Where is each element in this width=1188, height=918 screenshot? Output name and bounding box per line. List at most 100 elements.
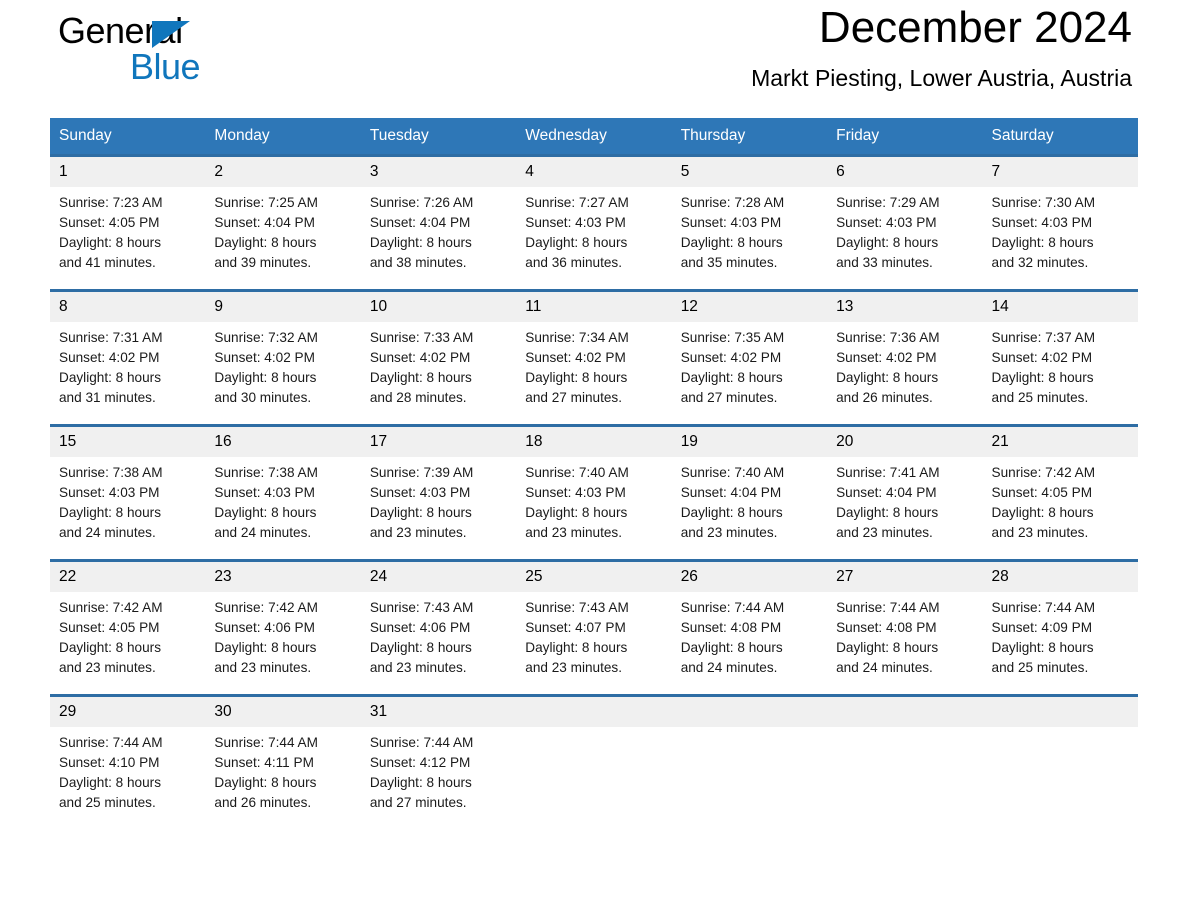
day-cell[interactable]: 18 Sunrise: 7:40 AM Sunset: 4:03 PM Dayli… — [516, 424, 672, 561]
day-cell[interactable]: 4 Sunrise: 7:27 AM Sunset: 4:03 PM Daylig… — [516, 154, 672, 291]
day-number: 26 — [671, 562, 828, 592]
day-number: 11 — [516, 292, 672, 322]
day-details: Sunrise: 7:27 AM Sunset: 4:03 PM Dayligh… — [525, 195, 629, 270]
day-cell[interactable]: 7 Sunrise: 7:30 AM Sunset: 4:03 PM Daylig… — [982, 154, 1138, 291]
day-number: 18 — [516, 427, 672, 457]
day-number: 22 — [50, 562, 206, 592]
day-number: 5 — [671, 157, 828, 187]
day-cell[interactable]: 14 Sunrise: 7:37 AM Sunset: 4:02 PM Dayli… — [982, 289, 1138, 426]
day-details: Sunrise: 7:43 AM Sunset: 4:07 PM Dayligh… — [525, 600, 629, 675]
day-cell[interactable]: 27 Sunrise: 7:44 AM Sunset: 4:08 PM Dayli… — [827, 559, 983, 696]
day-number — [516, 697, 672, 727]
day-details: Sunrise: 7:23 AM Sunset: 4:05 PM Dayligh… — [59, 195, 163, 270]
day-details: Sunrise: 7:28 AM Sunset: 4:03 PM Dayligh… — [680, 195, 785, 270]
day-details: Sunrise: 7:38 AM Sunset: 4:03 PM Dayligh… — [214, 465, 318, 540]
day-cell[interactable]: 15 Sunrise: 7:38 AM Sunset: 4:03 PM Dayli… — [50, 424, 206, 561]
day-cell[interactable]: 31 Sunrise: 7:44 AM Sunset: 4:12 PM Dayli… — [360, 694, 517, 812]
day-cell[interactable]: 3 Sunrise: 7:26 AM Sunset: 4:04 PM Daylig… — [360, 154, 517, 291]
day-number: 24 — [360, 562, 517, 592]
day-number: 19 — [671, 427, 828, 457]
day-cell[interactable]: 30 Sunrise: 7:44 AM Sunset: 4:11 PM Dayli… — [205, 694, 361, 812]
day-cell[interactable]: 26 Sunrise: 7:44 AM Sunset: 4:08 PM Dayli… — [671, 559, 828, 696]
calendar-header-row: Sunday Monday Tuesday Wednesday Thursday… — [50, 118, 1138, 156]
day-cell-empty — [671, 694, 828, 812]
day-details: Sunrise: 7:44 AM Sunset: 4:08 PM Dayligh… — [680, 600, 785, 675]
day-cell[interactable]: 12 Sunrise: 7:35 AM Sunset: 4:02 PM Dayli… — [671, 289, 828, 426]
day-details — [827, 727, 982, 733]
day-number: 7 — [982, 157, 1138, 187]
day-cell[interactable]: 16 Sunrise: 7:38 AM Sunset: 4:03 PM Dayli… — [205, 424, 361, 561]
day-number: 29 — [50, 697, 206, 727]
day-number: 17 — [360, 427, 517, 457]
day-number: 30 — [205, 697, 361, 727]
day-cell[interactable]: 29 Sunrise: 7:44 AM Sunset: 4:10 PM Dayli… — [50, 694, 206, 812]
day-number: 8 — [50, 292, 206, 322]
sunrise-sunset-calendar: Sunday Monday Tuesday Wednesday Thursday… — [50, 118, 1138, 812]
day-details: Sunrise: 7:36 AM Sunset: 4:02 PM Dayligh… — [836, 330, 940, 405]
day-number: 28 — [982, 562, 1138, 592]
day-number: 21 — [982, 427, 1138, 457]
day-number: 23 — [205, 562, 361, 592]
day-number: 25 — [516, 562, 672, 592]
day-details: Sunrise: 7:37 AM Sunset: 4:02 PM Dayligh… — [991, 330, 1096, 405]
weekday-header-tuesday: Tuesday — [360, 118, 517, 156]
day-number — [671, 697, 828, 727]
day-number: 9 — [205, 292, 361, 322]
day-number: 3 — [360, 157, 517, 187]
calendar-week-row: 22 Sunrise: 7:42 AM Sunset: 4:05 PM Dayli… — [50, 559, 1138, 696]
day-number: 15 — [50, 427, 206, 457]
day-details: Sunrise: 7:40 AM Sunset: 4:03 PM Dayligh… — [525, 465, 629, 540]
day-number: 13 — [827, 292, 983, 322]
day-cell[interactable]: 17 Sunrise: 7:39 AM Sunset: 4:03 PM Dayli… — [360, 424, 517, 561]
general-blue-logo: General Blue — [58, 8, 378, 108]
day-cell[interactable]: 28 Sunrise: 7:44 AM Sunset: 4:09 PM Dayli… — [982, 559, 1138, 696]
weekday-header-saturday: Saturday — [982, 118, 1138, 156]
day-number: 1 — [50, 157, 206, 187]
triangle-icon — [152, 21, 190, 48]
day-details: Sunrise: 7:44 AM Sunset: 4:11 PM Dayligh… — [214, 735, 318, 810]
day-cell[interactable]: 1 Sunrise: 7:23 AM Sunset: 4:05 PM Daylig… — [50, 154, 206, 291]
day-details: Sunrise: 7:43 AM Sunset: 4:06 PM Dayligh… — [369, 600, 474, 675]
day-number: 16 — [205, 427, 361, 457]
day-cell[interactable]: 2 Sunrise: 7:25 AM Sunset: 4:04 PM Daylig… — [205, 154, 361, 291]
day-cell[interactable]: 20 Sunrise: 7:41 AM Sunset: 4:04 PM Dayli… — [827, 424, 983, 561]
calendar-week-row: 15 Sunrise: 7:38 AM Sunset: 4:03 PM Dayli… — [50, 424, 1138, 561]
day-details: Sunrise: 7:44 AM Sunset: 4:08 PM Dayligh… — [836, 600, 940, 675]
location-subtitle: Markt Piesting, Lower Austria, Austria — [751, 65, 1132, 91]
day-cell[interactable]: 21 Sunrise: 7:42 AM Sunset: 4:05 PM Dayli… — [982, 424, 1138, 561]
day-number: 6 — [827, 157, 983, 187]
calendar-week-row: 8 Sunrise: 7:31 AM Sunset: 4:02 PM Daylig… — [50, 289, 1138, 426]
day-cell[interactable]: 11 Sunrise: 7:34 AM Sunset: 4:02 PM Dayli… — [516, 289, 672, 426]
day-cell[interactable]: 6 Sunrise: 7:29 AM Sunset: 4:03 PM Daylig… — [827, 154, 983, 291]
day-details: Sunrise: 7:44 AM Sunset: 4:10 PM Dayligh… — [59, 735, 163, 810]
day-cell[interactable]: 8 Sunrise: 7:31 AM Sunset: 4:02 PM Daylig… — [50, 289, 206, 426]
calendar-week-row: 1 Sunrise: 7:23 AM Sunset: 4:05 PM Daylig… — [50, 154, 1138, 291]
day-number: 4 — [516, 157, 672, 187]
weekday-header-sunday: Sunday — [50, 118, 206, 156]
day-details: Sunrise: 7:38 AM Sunset: 4:03 PM Dayligh… — [59, 465, 163, 540]
day-cell[interactable]: 22 Sunrise: 7:42 AM Sunset: 4:05 PM Dayli… — [50, 559, 206, 696]
day-cell[interactable]: 9 Sunrise: 7:32 AM Sunset: 4:02 PM Daylig… — [205, 289, 361, 426]
day-cell[interactable]: 24 Sunrise: 7:43 AM Sunset: 4:06 PM Dayli… — [360, 559, 517, 696]
calendar-week-row: 29 Sunrise: 7:44 AM Sunset: 4:10 PM Dayli… — [50, 694, 1138, 812]
day-cell[interactable]: 23 Sunrise: 7:42 AM Sunset: 4:06 PM Dayli… — [205, 559, 361, 696]
day-details: Sunrise: 7:34 AM Sunset: 4:02 PM Dayligh… — [525, 330, 629, 405]
page-header: General Blue December 2024 Markt Piestin… — [50, 0, 1138, 118]
day-cell[interactable]: 5 Sunrise: 7:28 AM Sunset: 4:03 PM Daylig… — [671, 154, 828, 291]
weekday-header-thursday: Thursday — [671, 118, 828, 156]
day-cell[interactable]: 10 Sunrise: 7:33 AM Sunset: 4:02 PM Dayli… — [360, 289, 517, 426]
day-cell[interactable]: 19 Sunrise: 7:40 AM Sunset: 4:04 PM Dayli… — [671, 424, 828, 561]
brand-word-blue: Blue — [130, 46, 201, 87]
day-cell-empty — [516, 694, 672, 812]
day-details: Sunrise: 7:26 AM Sunset: 4:04 PM Dayligh… — [369, 195, 474, 270]
title-block: December 2024 Markt Piesting, Lower Aust… — [751, 0, 1132, 92]
weekday-header-friday: Friday — [827, 118, 983, 156]
day-cell[interactable]: 13 Sunrise: 7:36 AM Sunset: 4:02 PM Dayli… — [827, 289, 983, 426]
day-details: Sunrise: 7:35 AM Sunset: 4:02 PM Dayligh… — [680, 330, 785, 405]
day-number — [982, 697, 1138, 727]
day-details — [672, 727, 827, 733]
day-details — [983, 727, 1138, 733]
day-cell[interactable]: 25 Sunrise: 7:43 AM Sunset: 4:07 PM Dayli… — [516, 559, 672, 696]
day-number — [827, 697, 983, 727]
day-details: Sunrise: 7:39 AM Sunset: 4:03 PM Dayligh… — [369, 465, 474, 540]
